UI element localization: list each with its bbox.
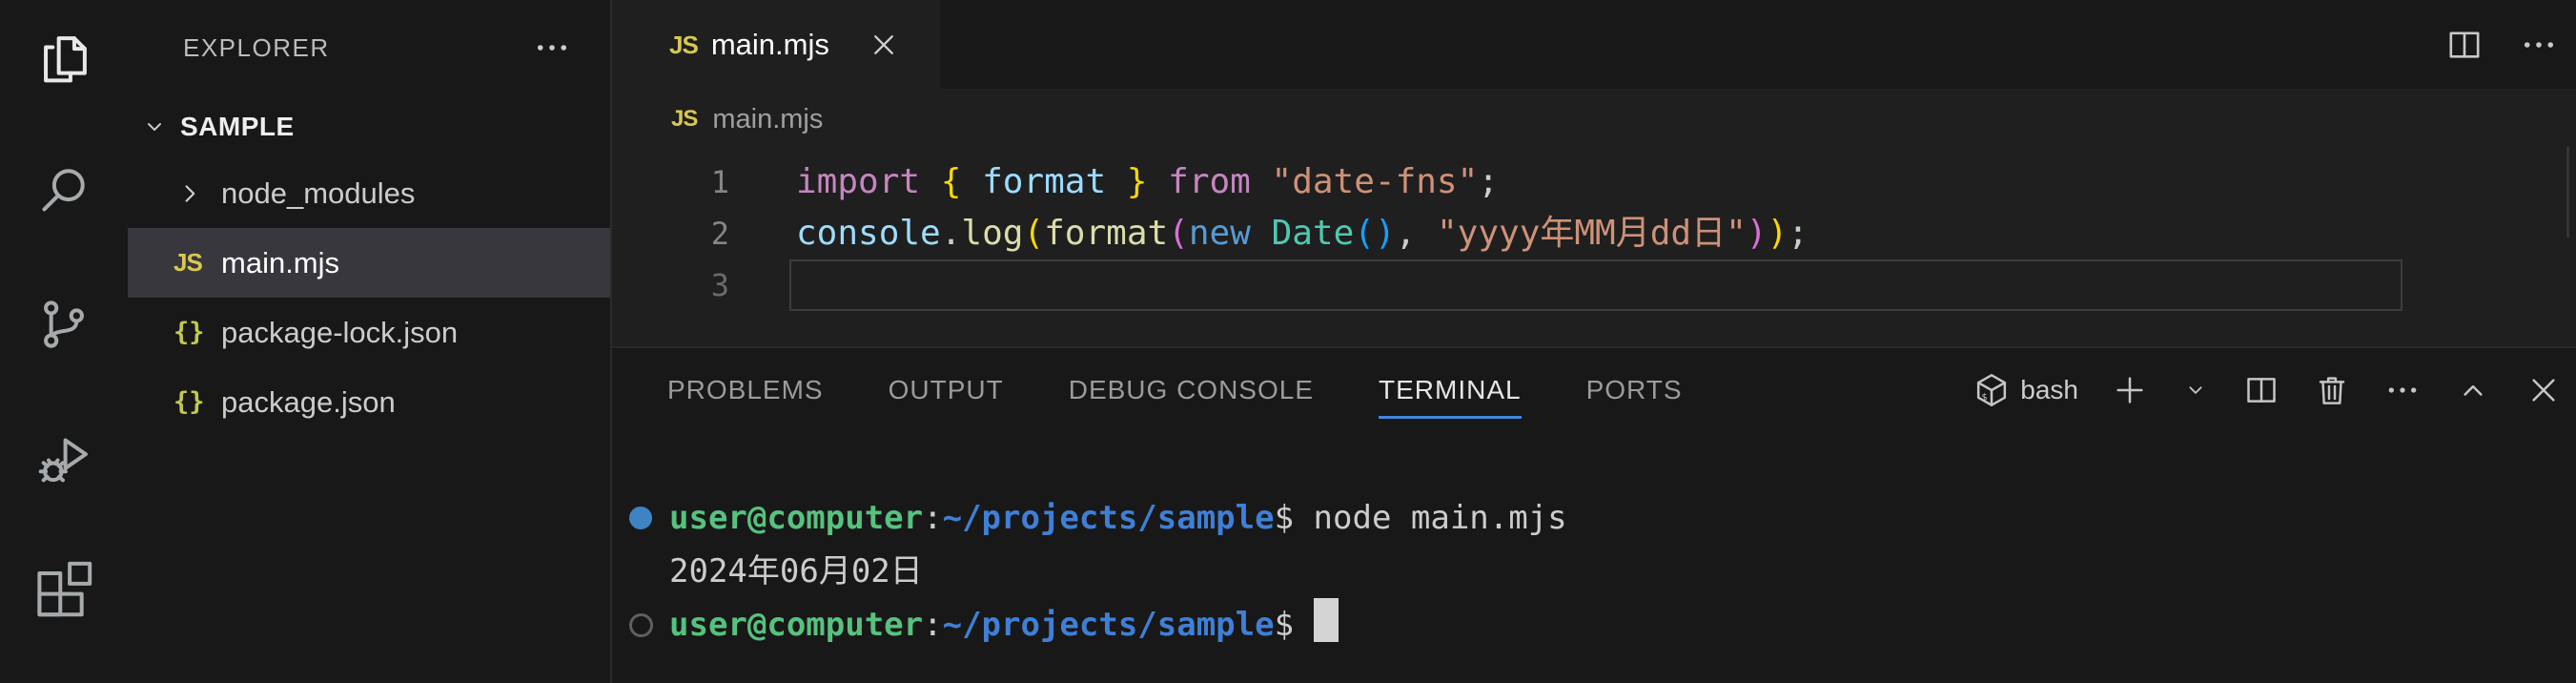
close-panel-icon[interactable] [2525,371,2563,409]
chevron-right-icon [174,170,221,217]
bottom-panel: PROBLEMS OUTPUT DEBUG CONSOLE TERMINAL PORTS… [612,346,2576,683]
code-line-3[interactable]: 3 [612,259,2576,311]
minimap-line [2401,161,2504,167]
code-lines[interactable]: 1import { format } from "date-fns";2cons… [612,156,2576,311]
shell-selector[interactable]: $ bash [1973,371,2078,409]
breadcrumb-file-label: main.mjs [712,104,823,135]
chevron-down-icon [139,112,170,142]
terminal-line: user@computer:~/projects/sample$ [629,598,2576,652]
json-file-icon: {} [174,309,221,357]
run-debug-icon[interactable] [33,429,94,490]
editor-actions [2444,0,2559,89]
panel-tab-terminal[interactable]: TERMINAL [1379,348,1522,432]
editor-scrollbar[interactable] [2566,147,2569,238]
split-terminal-icon[interactable] [2242,371,2280,409]
extensions-icon[interactable] [33,558,94,619]
file-item-package-lock.json[interactable]: {}package-lock.json [128,298,610,367]
explorer-more-icon[interactable] [532,28,572,68]
panel-header: PROBLEMS OUTPUT DEBUG CONSOLE TERMINAL PORTS… [612,348,2576,432]
vscode-window: EXPLORER SAMPLE node_modulesJSmain.mjs{}… [0,0,2576,683]
split-editor-icon[interactable] [2444,25,2484,65]
editor-tab-bar: JS main.mjs [612,0,2576,90]
code-text: console.log(format(new Date(), "yyyy年MM月… [729,208,1809,259]
terminal-text: user@computer:~/projects/sample$ node ma… [669,491,1567,545]
svg-text:$: $ [1982,392,1988,403]
terminal-line: user@computer:~/projects/sample$ node ma… [629,491,2576,545]
panel-more-icon[interactable] [2383,371,2422,409]
chevron-down-icon[interactable] [2181,376,2210,404]
panel-tab-problems[interactable]: PROBLEMS [667,348,824,432]
breadcrumb[interactable]: JS main.mjs [612,90,2576,149]
js-file-icon: JS [671,106,697,133]
maximize-panel-chevron-up-icon[interactable] [2454,371,2492,409]
json-file-icon: {} [174,379,221,426]
code-line-1[interactable]: 1import { format } from "date-fns"; [612,156,2576,208]
terminal-output[interactable]: user@computer:~/projects/sample$ node ma… [612,432,2576,652]
js-file-icon: JS [669,31,698,60]
terminal-line: 2024年06月02日 [629,545,2576,598]
panel-tab-output[interactable]: OUTPUT [889,348,1004,432]
command-success-decoration-icon [629,507,669,529]
search-icon[interactable] [33,160,94,221]
panel-actions: $ bash [1973,371,2563,409]
terminal-text: user@computer:~/projects/sample$ [669,598,1339,652]
file-item-label: node_modules [221,176,415,211]
command-pending-decoration-icon [629,613,669,637]
tab-close-icon[interactable] [868,29,900,61]
panel-tabs: PROBLEMS OUTPUT DEBUG CONSOLE TERMINAL PORTS [667,348,1683,432]
new-terminal-icon[interactable] [2111,371,2149,409]
file-item-label: main.mjs [221,246,339,280]
line-number: 3 [612,259,729,311]
tab-label: main.mjs [711,28,829,62]
line-number: 1 [612,156,729,208]
tab-main-mjs[interactable]: JS main.mjs [612,0,940,90]
folder-section-header[interactable]: SAMPLE [128,95,610,158]
file-item-package.json[interactable]: {}package.json [128,367,610,437]
shell-label: bash [2020,375,2078,405]
activity-bar [0,0,128,683]
explorer-sidebar: EXPLORER SAMPLE node_modulesJSmain.mjs{}… [128,0,612,683]
panel-tab-debug-console[interactable]: DEBUG CONSOLE [1069,348,1314,432]
code-text [729,259,796,311]
minimap-line [2401,150,2483,155]
file-item-node_modules[interactable]: node_modules [128,158,610,228]
files-icon[interactable] [33,29,94,90]
explorer-header: EXPLORER [128,0,610,95]
source-control-icon[interactable] [33,294,94,355]
panel-tab-ports[interactable]: PORTS [1586,348,1683,432]
file-tree: node_modulesJSmain.mjs{}package-lock.jso… [128,158,610,437]
code-line-2[interactable]: 2console.log(format(new Date(), "yyyy年MM… [612,208,2576,259]
explorer-title: EXPLORER [183,33,330,63]
file-item-label: package-lock.json [221,316,458,350]
kill-terminal-trash-icon[interactable] [2313,371,2351,409]
js-file-icon: JS [174,239,221,287]
file-item-label: package.json [221,385,396,420]
code-text: import { format } from "date-fns"; [729,156,1499,208]
terminal-text: 2024年06月02日 [669,545,923,598]
file-item-main.mjs[interactable]: JSmain.mjs [128,228,610,298]
minimap[interactable] [2401,150,2505,173]
code-editor: JS main.mjs 1import { format } from "dat… [612,90,2576,346]
editor-and-panel: JS main.mjs JS main.mjs 1import { format… [612,0,2576,683]
line-number: 2 [612,208,729,259]
terminal-cursor [1314,598,1339,642]
editor-more-icon[interactable] [2519,25,2559,65]
folder-section-label: SAMPLE [180,112,295,142]
terminal-bash-icon: $ [1973,371,2011,409]
